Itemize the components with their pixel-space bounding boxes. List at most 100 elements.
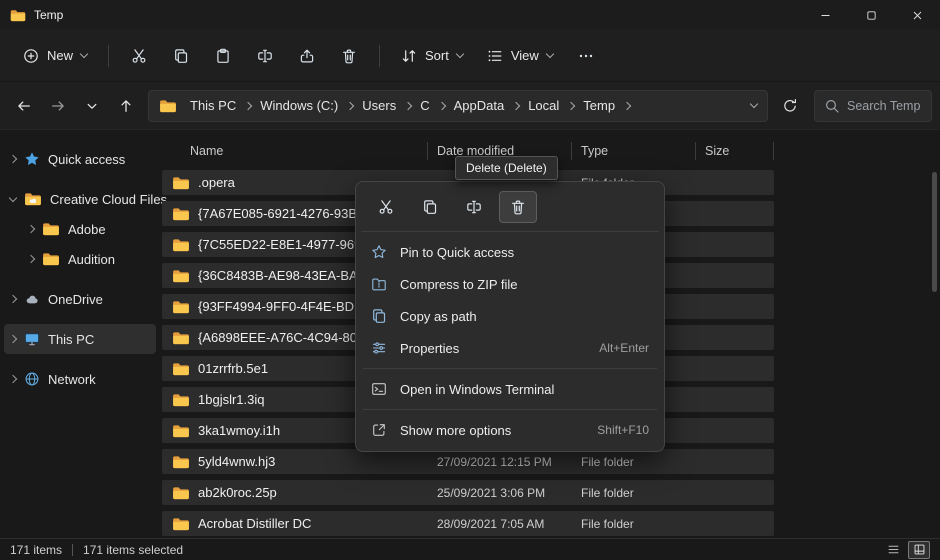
maximize-button[interactable] xyxy=(848,0,894,30)
share-icon xyxy=(299,48,315,64)
column-header-name[interactable]: Name xyxy=(162,142,428,160)
copy-icon xyxy=(173,48,189,64)
breadcrumb-chevron-icon[interactable] xyxy=(567,101,575,109)
chevron-down-icon xyxy=(80,50,88,58)
back-button[interactable] xyxy=(8,90,40,122)
delete-button[interactable] xyxy=(329,38,369,74)
menu-item-pin-to-quick-access[interactable]: Pin to Quick access xyxy=(361,236,659,268)
copy-button[interactable] xyxy=(161,38,201,74)
chevron-right-icon[interactable] xyxy=(9,375,17,383)
minimize-button[interactable] xyxy=(802,0,848,30)
context-copy-button[interactable] xyxy=(411,191,449,223)
forward-button[interactable] xyxy=(42,90,74,122)
search-input[interactable] xyxy=(847,99,922,113)
share-button[interactable] xyxy=(287,38,327,74)
breadcrumb-chevron-icon[interactable] xyxy=(244,101,252,109)
folder-icon xyxy=(10,9,26,22)
breadcrumb-item-local[interactable]: Local xyxy=(521,96,566,115)
cut-icon xyxy=(378,199,394,215)
breadcrumb-item-temp[interactable]: Temp xyxy=(576,96,622,115)
breadcrumb-chevron-icon[interactable] xyxy=(512,101,520,109)
view-toggles xyxy=(882,541,930,559)
file-row-ab2k0roc-25p[interactable]: ab2k0roc.25p25/09/2021 3:06 PMFile folde… xyxy=(162,480,774,505)
copypath-icon xyxy=(371,308,387,324)
menu-item-copy-as-path[interactable]: Copy as path xyxy=(361,300,659,332)
details-view-button[interactable] xyxy=(882,541,904,559)
context-rename-button[interactable] xyxy=(455,191,493,223)
sidebar-item-audition[interactable]: Audition xyxy=(4,244,156,274)
chevron-right-icon[interactable] xyxy=(9,155,17,163)
menu-item-shortcut: Shift+F10 xyxy=(597,423,649,437)
search-icon xyxy=(824,98,840,114)
chevron-right-icon[interactable] xyxy=(9,295,17,303)
breadcrumb-chevron-icon[interactable] xyxy=(623,101,631,109)
address-bar[interactable]: This PC Windows (C:) Users C AppData Local Tem… xyxy=(148,90,768,122)
menu-item-properties[interactable]: PropertiesAlt+Enter xyxy=(361,332,659,364)
menu-item-label: Compress to ZIP file xyxy=(400,277,518,292)
sidebar-item-creative-cloud-files[interactable]: Creative Cloud Files xyxy=(4,184,156,214)
breadcrumb-item-users[interactable]: Users xyxy=(355,96,403,115)
menu-item-open-in-windows-terminal[interactable]: Open in Windows Terminal xyxy=(361,373,659,405)
breadcrumb-chevron-icon[interactable] xyxy=(437,101,445,109)
column-header-size[interactable]: Size xyxy=(696,142,774,160)
menu-item-show-more-options[interactable]: Show more optionsShift+F10 xyxy=(361,414,659,446)
address-dropdown-icon[interactable] xyxy=(750,100,758,108)
context-cut-button[interactable] xyxy=(367,191,405,223)
folder-icon xyxy=(172,424,190,438)
up-button[interactable] xyxy=(110,90,142,122)
folder-icon xyxy=(42,222,60,236)
rename-button[interactable] xyxy=(245,38,285,74)
vertical-scrollbar[interactable] xyxy=(932,142,937,530)
scrollbar-thumb[interactable] xyxy=(932,172,937,292)
new-button[interactable]: New xyxy=(12,38,98,74)
toolbar-actions xyxy=(119,38,369,74)
file-date: 28/09/2021 7:05 AM xyxy=(428,517,572,531)
folder-icon xyxy=(172,331,190,345)
sidebar-item-onedrive[interactable]: OneDrive xyxy=(4,284,156,314)
sidebar-item-quick-access[interactable]: Quick access xyxy=(4,144,156,174)
breadcrumb-item-windows-c[interactable]: Windows (C:) xyxy=(253,96,345,115)
file-explorer-window: Temp New Sort View xyxy=(0,0,940,560)
zip-icon xyxy=(371,276,387,292)
cut-button[interactable] xyxy=(119,38,159,74)
refresh-button[interactable] xyxy=(774,90,806,122)
paste-button[interactable] xyxy=(203,38,243,74)
view-button[interactable]: View xyxy=(476,38,564,74)
sidebar-item-network[interactable]: Network xyxy=(4,364,156,394)
recent-locations-button[interactable] xyxy=(76,90,108,122)
breadcrumb-chevron-icon[interactable] xyxy=(404,101,412,109)
sidebar-item-adobe[interactable]: Adobe xyxy=(4,214,156,244)
chevron-right-icon[interactable] xyxy=(27,225,35,233)
search-box[interactable] xyxy=(814,90,932,122)
breadcrumb-item-this-pc[interactable]: This PC xyxy=(183,96,243,115)
file-row-acrobat-distiller-dc[interactable]: Acrobat Distiller DC28/09/2021 7:05 AMFi… xyxy=(162,511,774,536)
thumbnails-view-button[interactable] xyxy=(908,541,930,559)
context-delete-button[interactable] xyxy=(499,191,537,223)
folder-icon xyxy=(172,517,190,531)
breadcrumb-item-appdata[interactable]: AppData xyxy=(447,96,512,115)
breadcrumb-item-c[interactable]: C xyxy=(413,96,436,115)
arrow-right-icon xyxy=(50,98,66,114)
file-row-5yld4wnw-hj3[interactable]: 5yld4wnw.hj327/09/2021 12:15 PMFile fold… xyxy=(162,449,774,474)
delete-tooltip: Delete (Delete) xyxy=(455,156,558,180)
breadcrumb-chevron-icon[interactable] xyxy=(346,101,354,109)
chevron-right-icon[interactable] xyxy=(9,335,17,343)
paste-icon xyxy=(215,48,231,64)
context-menu-items: Pin to Quick access Compress to ZIP file C… xyxy=(361,236,659,446)
more-options-button[interactable] xyxy=(566,38,606,74)
sidebar-item-this-pc[interactable]: This PC xyxy=(4,324,156,354)
column-header-type[interactable]: Type xyxy=(572,142,696,160)
toolbar-separator xyxy=(379,45,380,67)
chevron-right-icon[interactable] xyxy=(27,255,35,263)
sidebar-item-label: Network xyxy=(48,372,96,387)
file-date: 25/09/2021 3:06 PM xyxy=(428,486,572,500)
menu-item-compress-to-zip-file[interactable]: Compress to ZIP file xyxy=(361,268,659,300)
sidebar-item-label: Creative Cloud Files xyxy=(50,192,167,207)
status-separator xyxy=(72,544,73,556)
sidebar-item-label: OneDrive xyxy=(48,292,103,307)
chevron-down-icon[interactable] xyxy=(9,193,17,201)
globe-icon xyxy=(24,371,40,387)
sort-button[interactable]: Sort xyxy=(390,38,474,74)
close-button[interactable] xyxy=(894,0,940,30)
file-name: 5yld4wnw.hj3 xyxy=(198,454,275,469)
